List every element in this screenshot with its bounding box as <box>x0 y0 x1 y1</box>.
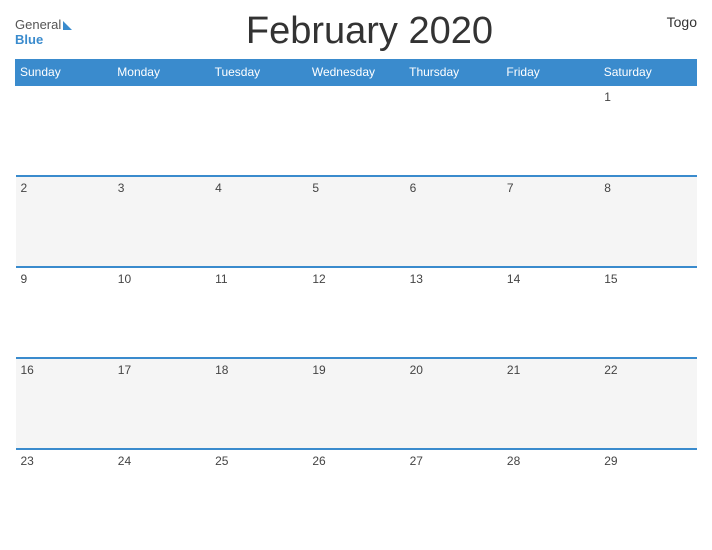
day-number: 7 <box>507 181 594 195</box>
day-cell: 25 <box>210 449 307 540</box>
day-number: 13 <box>410 272 497 286</box>
header-saturday: Saturday <box>599 60 696 86</box>
day-cell: 20 <box>405 358 502 449</box>
day-number: 14 <box>507 272 594 286</box>
day-number: 1 <box>604 90 691 104</box>
calendar-header: General Blue February 2020 Togo <box>15 10 697 53</box>
day-cell: 27 <box>405 449 502 540</box>
logo-triangle-icon <box>63 21 72 30</box>
day-cell: 7 <box>502 176 599 267</box>
day-cell: 24 <box>113 449 210 540</box>
day-cell: 5 <box>307 176 404 267</box>
calendar-table: Sunday Monday Tuesday Wednesday Thursday… <box>15 59 697 540</box>
day-number: 15 <box>604 272 691 286</box>
day-cell: 29 <box>599 449 696 540</box>
day-cell <box>405 85 502 176</box>
day-cell: 12 <box>307 267 404 358</box>
day-number: 10 <box>118 272 205 286</box>
week-row-4: 16 17 18 19 20 21 22 <box>16 358 697 449</box>
day-cell: 8 <box>599 176 696 267</box>
day-cell: 18 <box>210 358 307 449</box>
day-cell <box>16 85 113 176</box>
day-cell: 14 <box>502 267 599 358</box>
day-cell: 4 <box>210 176 307 267</box>
day-number: 4 <box>215 181 302 195</box>
header-sunday: Sunday <box>16 60 113 86</box>
day-cell: 21 <box>502 358 599 449</box>
week-row-3: 9 10 11 12 13 14 15 <box>16 267 697 358</box>
header-wednesday: Wednesday <box>307 60 404 86</box>
day-number: 26 <box>312 454 399 468</box>
day-number: 25 <box>215 454 302 468</box>
header-thursday: Thursday <box>405 60 502 86</box>
day-cell: 17 <box>113 358 210 449</box>
header-monday: Monday <box>113 60 210 86</box>
week-row-5: 23 24 25 26 27 28 29 <box>16 449 697 540</box>
day-number: 27 <box>410 454 497 468</box>
day-number: 28 <box>507 454 594 468</box>
day-number: 22 <box>604 363 691 377</box>
day-cell <box>210 85 307 176</box>
logo: General Blue <box>15 17 72 47</box>
day-number: 29 <box>604 454 691 468</box>
day-cell: 26 <box>307 449 404 540</box>
header-tuesday: Tuesday <box>210 60 307 86</box>
day-cell <box>307 85 404 176</box>
month-title: February 2020 <box>72 10 666 53</box>
logo-general-text: General <box>15 17 61 32</box>
day-cell <box>502 85 599 176</box>
day-number: 2 <box>21 181 108 195</box>
day-cell: 13 <box>405 267 502 358</box>
day-number: 12 <box>312 272 399 286</box>
weekday-header-row: Sunday Monday Tuesday Wednesday Thursday… <box>16 60 697 86</box>
day-cell: 22 <box>599 358 696 449</box>
day-number: 23 <box>21 454 108 468</box>
day-number: 21 <box>507 363 594 377</box>
day-number: 9 <box>21 272 108 286</box>
day-number: 5 <box>312 181 399 195</box>
day-cell: 15 <box>599 267 696 358</box>
day-cell <box>113 85 210 176</box>
week-row-2: 2345678 <box>16 176 697 267</box>
day-number: 17 <box>118 363 205 377</box>
day-number: 11 <box>215 272 302 286</box>
header-friday: Friday <box>502 60 599 86</box>
day-number: 24 <box>118 454 205 468</box>
day-cell: 1 <box>599 85 696 176</box>
day-cell: 28 <box>502 449 599 540</box>
day-cell: 16 <box>16 358 113 449</box>
day-cell: 11 <box>210 267 307 358</box>
day-cell: 2 <box>16 176 113 267</box>
country-label: Togo <box>667 14 697 30</box>
day-number: 18 <box>215 363 302 377</box>
day-cell: 6 <box>405 176 502 267</box>
day-number: 16 <box>21 363 108 377</box>
day-cell: 23 <box>16 449 113 540</box>
calendar-container: General Blue February 2020 Togo Sunday M… <box>0 0 712 550</box>
day-number: 20 <box>410 363 497 377</box>
logo-blue-text: Blue <box>15 32 43 47</box>
day-number: 19 <box>312 363 399 377</box>
day-cell: 10 <box>113 267 210 358</box>
week-row-1: 1 <box>16 85 697 176</box>
day-number: 8 <box>604 181 691 195</box>
day-cell: 19 <box>307 358 404 449</box>
day-number: 6 <box>410 181 497 195</box>
day-number: 3 <box>118 181 205 195</box>
day-cell: 3 <box>113 176 210 267</box>
day-cell: 9 <box>16 267 113 358</box>
